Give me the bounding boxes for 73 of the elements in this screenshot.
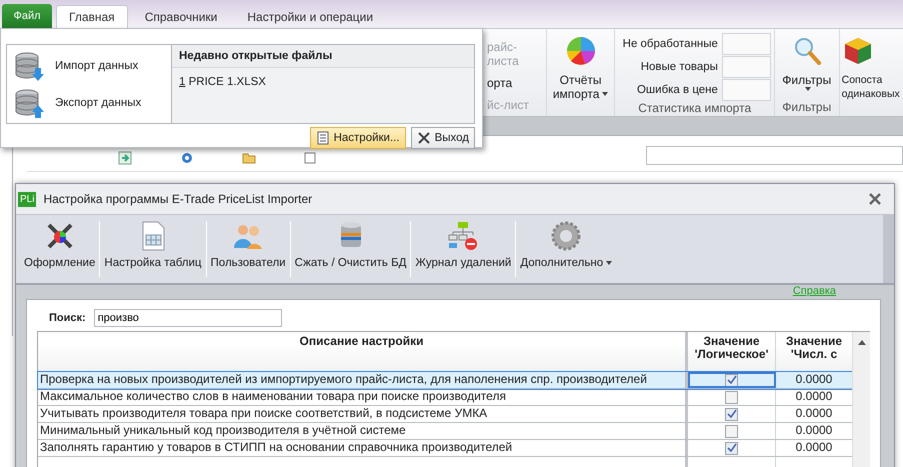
- group-title: Статистика импорта: [638, 101, 752, 115]
- table-cell-text: 0.0000: [794, 372, 834, 388]
- menu-item[interactable]: Экспорт данных: [7, 84, 171, 121]
- arrow-icon: [118, 151, 132, 165]
- app-logo: PLi: [18, 192, 36, 206]
- menu-item[interactable]: Импорт данных: [7, 47, 171, 84]
- table-cell: Максимальное количество слов в наименовании товара при поиске производителя: [38, 389, 688, 405]
- hierarchy-delete-icon: [447, 220, 480, 252]
- checkbox[interactable]: [725, 374, 738, 386]
- reports-button[interactable]: Отчёты импорта: [550, 33, 612, 103]
- ribbon-tab[interactable]: Настройки и операции: [234, 5, 386, 28]
- table-row[interactable]: Минимальный уникальный код производителя в учётной системе 0.0000: [38, 423, 852, 440]
- table-cell-text: 0.0000: [794, 389, 834, 405]
- document-icon: [316, 131, 330, 145]
- database-up-icon: [13, 86, 45, 118]
- stat-field: [722, 79, 771, 101]
- gear-icon: [550, 220, 582, 252]
- settings-button[interactable]: Настройки...: [310, 127, 406, 149]
- toolbar-button[interactable]: Пользователи: [206, 215, 290, 283]
- scroll-up-icon: [858, 340, 866, 345]
- close-button[interactable]: [868, 192, 882, 206]
- checkbox[interactable]: [725, 442, 738, 454]
- stat-label: Не обработанные: [622, 38, 718, 50]
- compare-button[interactable]: Сопоста одинаковых: [842, 33, 900, 103]
- folder-icon: [242, 151, 256, 165]
- table-row[interactable]: Проверка на новых производителей из импортируемого прайс-листа, для наполенения спр. производителей 0.0000: [38, 372, 852, 389]
- toolbar-button[interactable]: Сжать / Очистить БД: [290, 215, 410, 283]
- column-header: Значение 'Числ. с: [784, 333, 844, 363]
- caret-icon: [606, 261, 612, 265]
- table-row[interactable]: Максимальное количество слов в наименовании товара при поиске производителя 0.0000: [38, 389, 852, 406]
- table-cell: Заполнять гарантию у товаров в СТИПП на основании справочника производителей: [38, 440, 688, 456]
- table-cell-text: 0.0000: [794, 406, 834, 422]
- table-cell: Проверка на новых производителей из импортируемого прайс-листа, для наполенения спр. производителей: [38, 372, 688, 388]
- close-icon: [416, 131, 431, 145]
- table-cell: Минимальный уникальный код производителя в учётной системе: [38, 423, 688, 439]
- table-cell: Учитывать производителя товара при поиске соответствий, в подсистеме УМКА: [38, 406, 688, 422]
- exit-button[interactable]: Выход: [410, 127, 475, 149]
- table-row[interactable]: Учитывать производителя товара при поиске соответствий, в подсистеме УМКА 0.0000: [38, 406, 852, 423]
- recent-file-link[interactable]: 1 PRICE 1.XLSX: [172, 68, 474, 96]
- stat-label: Ошибка в цене: [636, 84, 718, 96]
- search-label: Поиск:: [49, 312, 86, 324]
- table-cell-text: 0.0000: [794, 440, 834, 456]
- toolbar-button[interactable]: Оформление: [20, 215, 100, 283]
- toolbar-button[interactable]: Журнал удалений: [411, 215, 516, 283]
- window-title: Настройка программы E-Trade PriceList Importer: [43, 192, 312, 206]
- caret-icon: [602, 92, 608, 96]
- ribbon-label: йс-лист: [487, 98, 529, 112]
- group-title: Фильтры: [782, 100, 832, 114]
- toolbar-button[interactable]: Настройка таблиц: [100, 215, 206, 283]
- search-field[interactable]: произво: [94, 309, 282, 327]
- checkbox-icon: [304, 151, 318, 165]
- ribbon-label: райс-листа: [487, 40, 520, 68]
- pie-chart-icon: [564, 35, 597, 67]
- file-tab[interactable]: Файл: [2, 4, 52, 28]
- ribbon-tab[interactable]: Справочники: [132, 5, 230, 28]
- table-cell-text: 0.0000: [794, 423, 834, 439]
- gear-icon: [180, 151, 194, 165]
- search-field[interactable]: [646, 146, 903, 165]
- ribbon-label: орта: [487, 76, 512, 90]
- caret-icon: [805, 87, 812, 91]
- stat-field: [722, 33, 771, 55]
- ribbon-tab[interactable]: Главная: [56, 5, 128, 28]
- checkbox[interactable]: [725, 390, 738, 404]
- stat-field: [722, 56, 771, 78]
- filters-button[interactable]: Фильтры: [779, 33, 834, 93]
- table-row[interactable]: Заполнять гарантию у товаров в СТИПП на основании справочника производителей 0.0000: [38, 440, 852, 457]
- checkbox[interactable]: [725, 424, 738, 438]
- stat-label: Новые товары: [640, 61, 718, 73]
- checkbox[interactable]: [725, 408, 738, 420]
- database-down-icon: [13, 50, 45, 82]
- recent-files-title: Недавно открытые файлы: [172, 45, 474, 68]
- toolbar-button[interactable]: Дополнительно: [516, 215, 616, 283]
- toolbar-scrollbar[interactable]: [883, 215, 894, 283]
